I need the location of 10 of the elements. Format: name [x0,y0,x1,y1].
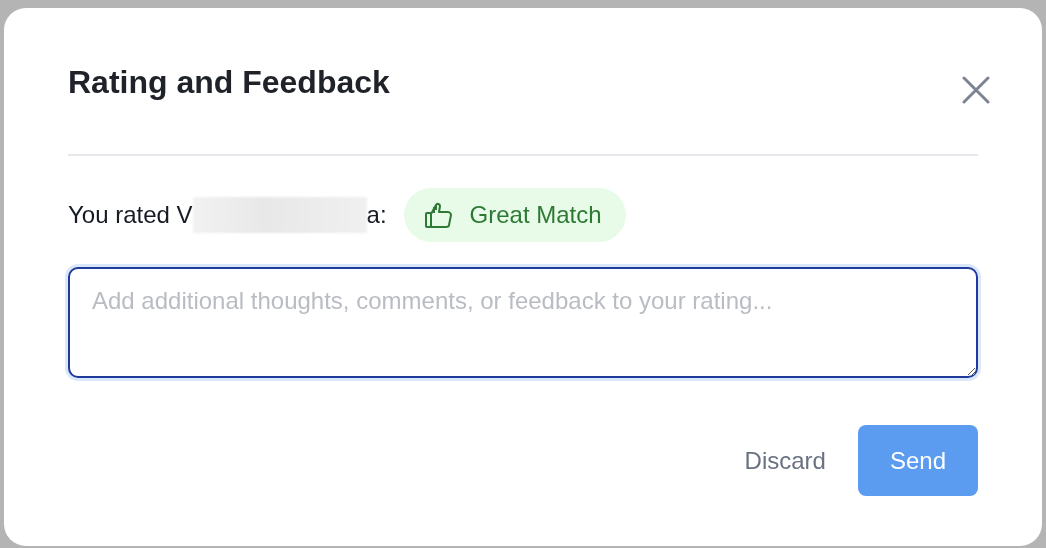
dialog-title: Rating and Feedback [68,66,390,98]
rated-label-end: a: [366,201,387,229]
close-button[interactable] [960,74,992,106]
send-button[interactable]: Send [857,425,978,496]
thumbs-up-icon [423,201,454,229]
close-icon [962,76,990,104]
discard-button[interactable]: Discard [744,425,826,496]
feedback-field[interactable]: Add additional thoughts, comments, or feedback to your rating... [68,267,978,378]
badge-label: Great Match [469,201,602,229]
rated-label: You rated V [68,201,193,229]
